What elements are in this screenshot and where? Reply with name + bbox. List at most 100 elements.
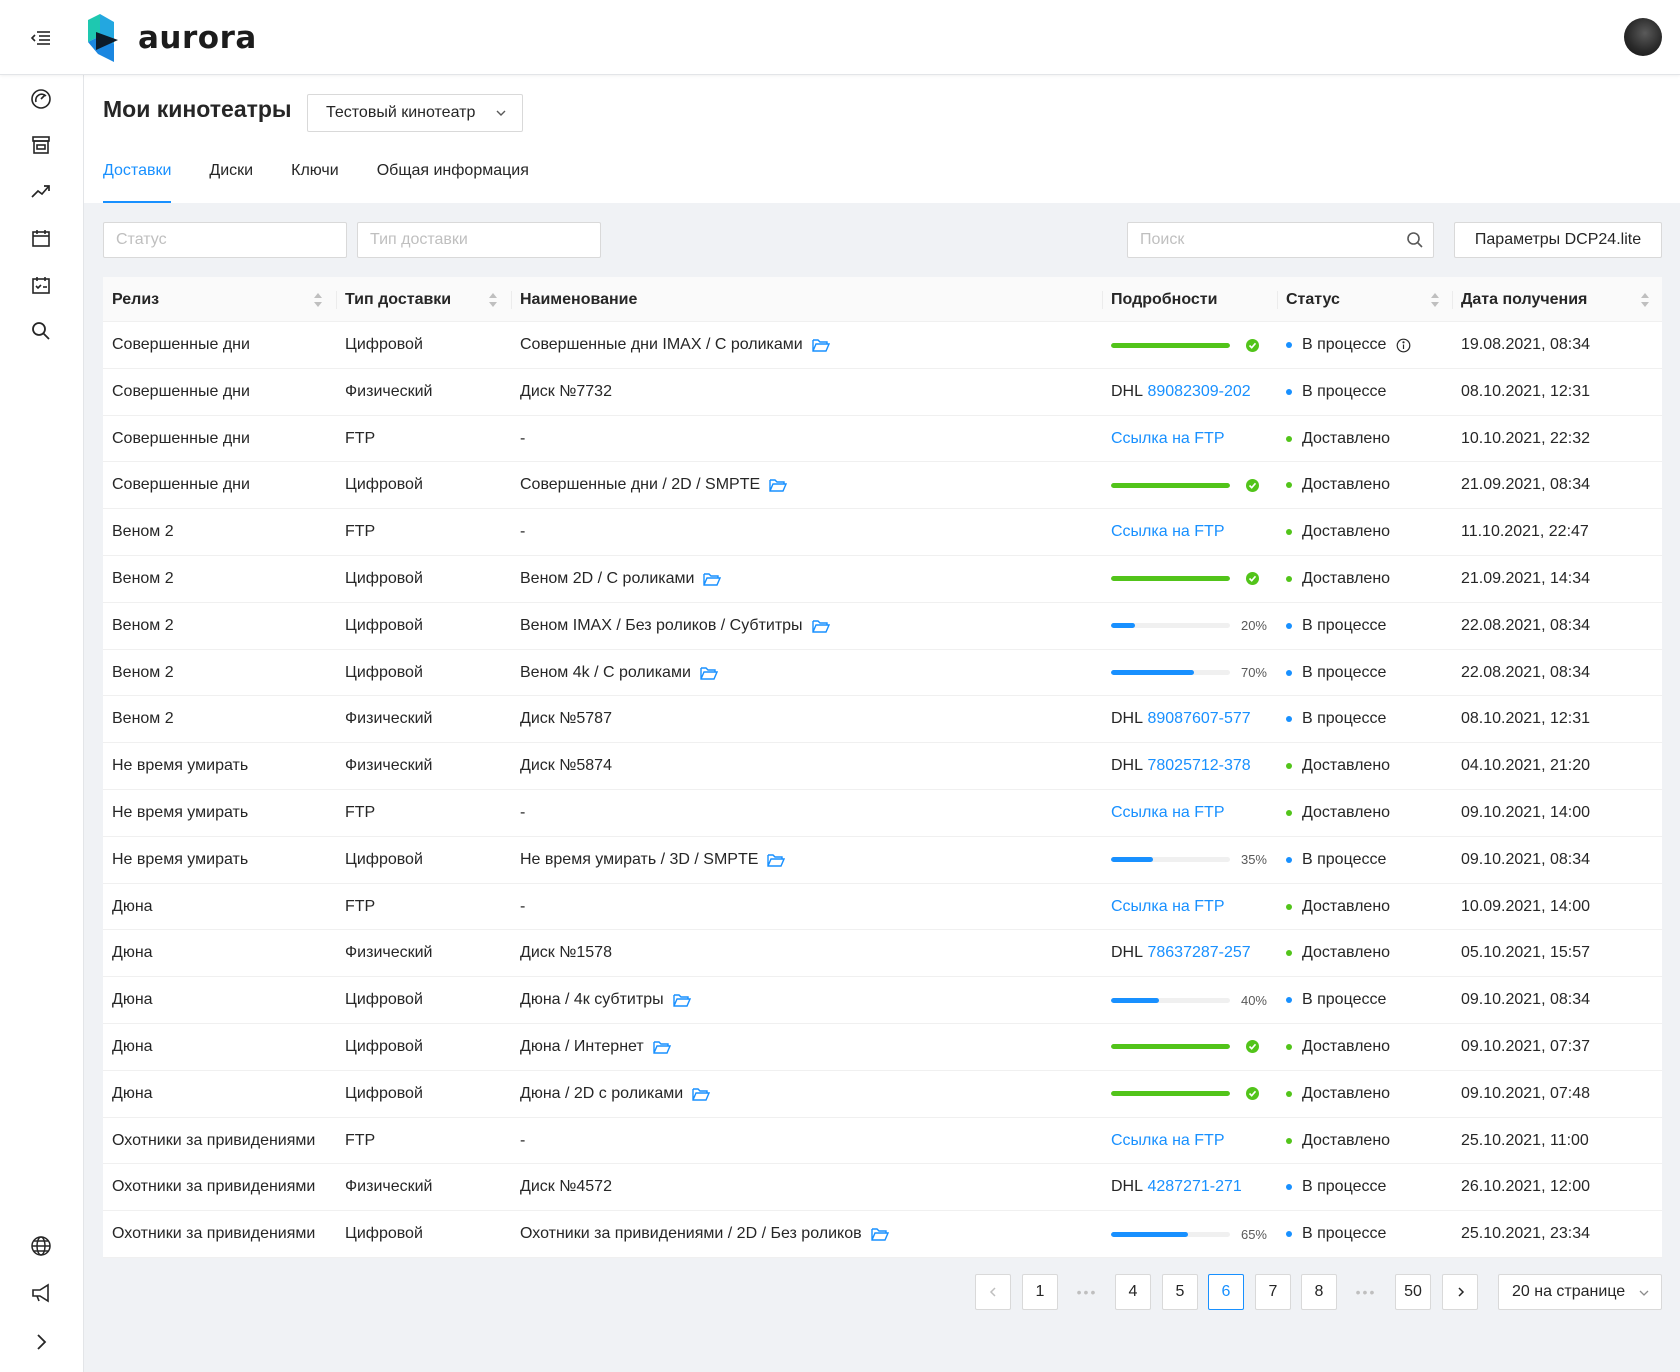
cell-delivery-type: Цифровой xyxy=(345,850,423,868)
page-button[interactable]: 4 xyxy=(1115,1274,1151,1310)
ftp-link[interactable]: Ссылка на FTP xyxy=(1111,898,1224,916)
cell-name-text: Совершенные дни IMAX / С роликами xyxy=(520,336,803,353)
tab-disks[interactable]: Диски xyxy=(209,153,253,203)
folder-open-icon[interactable] xyxy=(811,619,830,633)
dhl-label: DHL xyxy=(1111,757,1144,775)
page-button[interactable]: 6 xyxy=(1208,1274,1244,1310)
cell-name: Диск №1578 xyxy=(520,930,612,976)
cinema-select[interactable]: Тестовый кинотеатр xyxy=(307,94,523,132)
col-received-date[interactable]: Дата получения xyxy=(1451,277,1587,322)
sort-icon[interactable] xyxy=(1640,292,1650,308)
ftp-link[interactable]: Ссылка на FTP xyxy=(1111,1132,1224,1150)
table-row[interactable]: Дюна Цифровой Дюна / Интернет Доставлено 09.… xyxy=(103,1024,1662,1071)
avatar[interactable] xyxy=(1624,18,1662,56)
page-button[interactable]: 7 xyxy=(1255,1274,1291,1310)
folder-open-icon[interactable] xyxy=(870,1227,889,1241)
schedule-icon[interactable] xyxy=(30,274,52,296)
search-button[interactable] xyxy=(1396,222,1434,258)
page-button[interactable]: 5 xyxy=(1162,1274,1198,1310)
tab-keys[interactable]: Ключи xyxy=(291,153,339,203)
sort-icon[interactable] xyxy=(313,292,323,308)
status-dot xyxy=(1286,1090,1292,1097)
page-button[interactable]: 1 xyxy=(1022,1274,1058,1310)
table-row[interactable]: Не время умирать Физический Диск №5874 DHL … xyxy=(103,743,1662,790)
folder-open-icon[interactable] xyxy=(767,853,786,867)
shop-icon[interactable] xyxy=(30,134,52,156)
col-release[interactable]: Релиз xyxy=(112,277,159,322)
chevron-right-icon[interactable] xyxy=(30,1331,52,1353)
cell-name-text: Дюна / 4к субтитры xyxy=(520,991,664,1009)
folder-open-icon[interactable] xyxy=(812,338,830,352)
prev-page-button[interactable] xyxy=(975,1274,1011,1310)
status-filter[interactable]: Статус xyxy=(103,222,347,258)
cell-received-date: 11.10.2021, 22:47 xyxy=(1461,523,1589,541)
trend-icon[interactable] xyxy=(30,180,52,202)
table-row[interactable]: Охотники за привидениями Физический Диск №… xyxy=(103,1164,1662,1212)
megaphone-icon[interactable] xyxy=(30,1282,52,1304)
table-row[interactable]: Веном 2 Цифровой Веном IMAX / Без роликов … xyxy=(103,603,1662,650)
folder-open-icon[interactable] xyxy=(653,1040,671,1054)
table-row[interactable]: Веном 2 Физический Диск №5787 DHL 89087607-… xyxy=(103,696,1662,744)
table-row[interactable]: Веном 2 Цифровой Веном 2D / С роликами Дост… xyxy=(103,556,1662,603)
search-icon[interactable] xyxy=(30,320,52,342)
page-ellipsis[interactable]: ••• xyxy=(1069,1274,1105,1310)
cell-release: Совершенные дни xyxy=(112,336,250,353)
table-row[interactable]: Совершенные дни Цифровой Совершенные дни /… xyxy=(103,462,1662,510)
chevron-right-icon xyxy=(1457,1287,1464,1297)
tab-general-info[interactable]: Общая информация xyxy=(377,153,529,203)
dhl-tracking-link[interactable]: 78025712-378 xyxy=(1147,757,1250,775)
table-row[interactable]: Дюна Цифровой Дюна / 4к субтитры 40% В проце… xyxy=(103,977,1662,1024)
cell-details xyxy=(1111,1024,1259,1070)
delivery-type-filter[interactable]: Тип доставки xyxy=(357,222,601,258)
table-row[interactable]: Дюна FTP - Ссылка на FTP Доставлено 10.09.202… xyxy=(103,884,1662,931)
table-row[interactable]: Веном 2 FTP - Ссылка на FTP Доставлено 11.10.… xyxy=(103,509,1662,556)
dashboard-icon[interactable] xyxy=(30,88,52,110)
ftp-link[interactable]: Ссылка на FTP xyxy=(1111,804,1224,822)
dhl-tracking-link[interactable]: 78637287-257 xyxy=(1147,944,1250,962)
search-input[interactable]: Поиск xyxy=(1127,222,1397,258)
dcp-params-button[interactable]: Параметры DCP24.lite xyxy=(1454,222,1662,258)
col-status[interactable]: Статус xyxy=(1277,277,1340,322)
folder-open-icon[interactable] xyxy=(703,572,722,586)
folder-open-icon[interactable] xyxy=(692,1087,711,1101)
ftp-link[interactable]: Ссылка на FTP xyxy=(1111,523,1224,541)
table-row[interactable]: Совершенные дни Цифровой Совершенные дни I… xyxy=(103,322,1662,369)
ftp-link[interactable]: Ссылка на FTP xyxy=(1111,430,1224,448)
page-size-select[interactable]: 20 на странице xyxy=(1498,1274,1662,1310)
page-button[interactable]: 8 xyxy=(1301,1274,1337,1310)
page-ellipsis[interactable]: ••• xyxy=(1348,1274,1384,1310)
page-button[interactable]: 50 xyxy=(1395,1274,1431,1310)
calendar-icon[interactable] xyxy=(30,227,52,249)
dhl-tracking-link[interactable]: 89082309-202 xyxy=(1147,383,1250,401)
status-text: В процессе xyxy=(1302,382,1387,400)
top-bar: aurora xyxy=(0,0,1680,75)
info-circle-icon[interactable] xyxy=(1396,338,1411,353)
next-page-button[interactable] xyxy=(1442,1274,1478,1310)
table-row[interactable]: Совершенные дни FTP - Ссылка на FTP Доставле… xyxy=(103,416,1662,463)
col-details-label: Подробности xyxy=(1111,290,1218,308)
table-row[interactable]: Не время умирать Цифровой Не время умирать… xyxy=(103,837,1662,884)
table-row[interactable]: Веном 2 Цифровой Веном 4k / С роликами 70% В… xyxy=(103,650,1662,697)
sort-icon[interactable] xyxy=(1430,292,1440,308)
folder-open-icon[interactable] xyxy=(769,478,788,493)
logo[interactable]: aurora xyxy=(84,14,257,62)
tab-deliveries[interactable]: Доставки xyxy=(103,153,172,203)
table-row[interactable]: Совершенные дни Физический Диск №7732 DHL 8… xyxy=(103,369,1662,416)
dhl-tracking-link[interactable]: 4287271-271 xyxy=(1147,1178,1241,1196)
table-row[interactable]: Охотники за привидениями FTP - Ссылка на FT… xyxy=(103,1118,1662,1165)
table-row[interactable]: Дюна Физический Диск №1578 DHL 78637287-257… xyxy=(103,930,1662,978)
table-row[interactable]: Охотники за привидениями Цифровой Охотники… xyxy=(103,1211,1662,1258)
cell-delivery-type: Физический xyxy=(345,944,433,962)
table-row[interactable]: Дюна Цифровой Дюна / 2D с роликами Доставле… xyxy=(103,1071,1662,1118)
folder-open-icon[interactable] xyxy=(672,993,691,1007)
page-title: Мои кинотеатры xyxy=(103,96,292,122)
table-row[interactable]: Не время умирать FTP - Ссылка на FTP Доставл… xyxy=(103,790,1662,837)
globe-icon[interactable] xyxy=(30,1235,52,1257)
cell-delivery-type: Цифровой xyxy=(345,476,423,494)
cell-delivery-type: FTP xyxy=(345,897,376,915)
col-delivery-type[interactable]: Тип доставки xyxy=(335,277,451,322)
dhl-tracking-link[interactable]: 89087607-577 xyxy=(1147,710,1250,728)
menu-fold-icon[interactable] xyxy=(30,27,52,49)
sort-icon[interactable] xyxy=(488,292,498,308)
folder-open-icon[interactable] xyxy=(700,666,718,680)
